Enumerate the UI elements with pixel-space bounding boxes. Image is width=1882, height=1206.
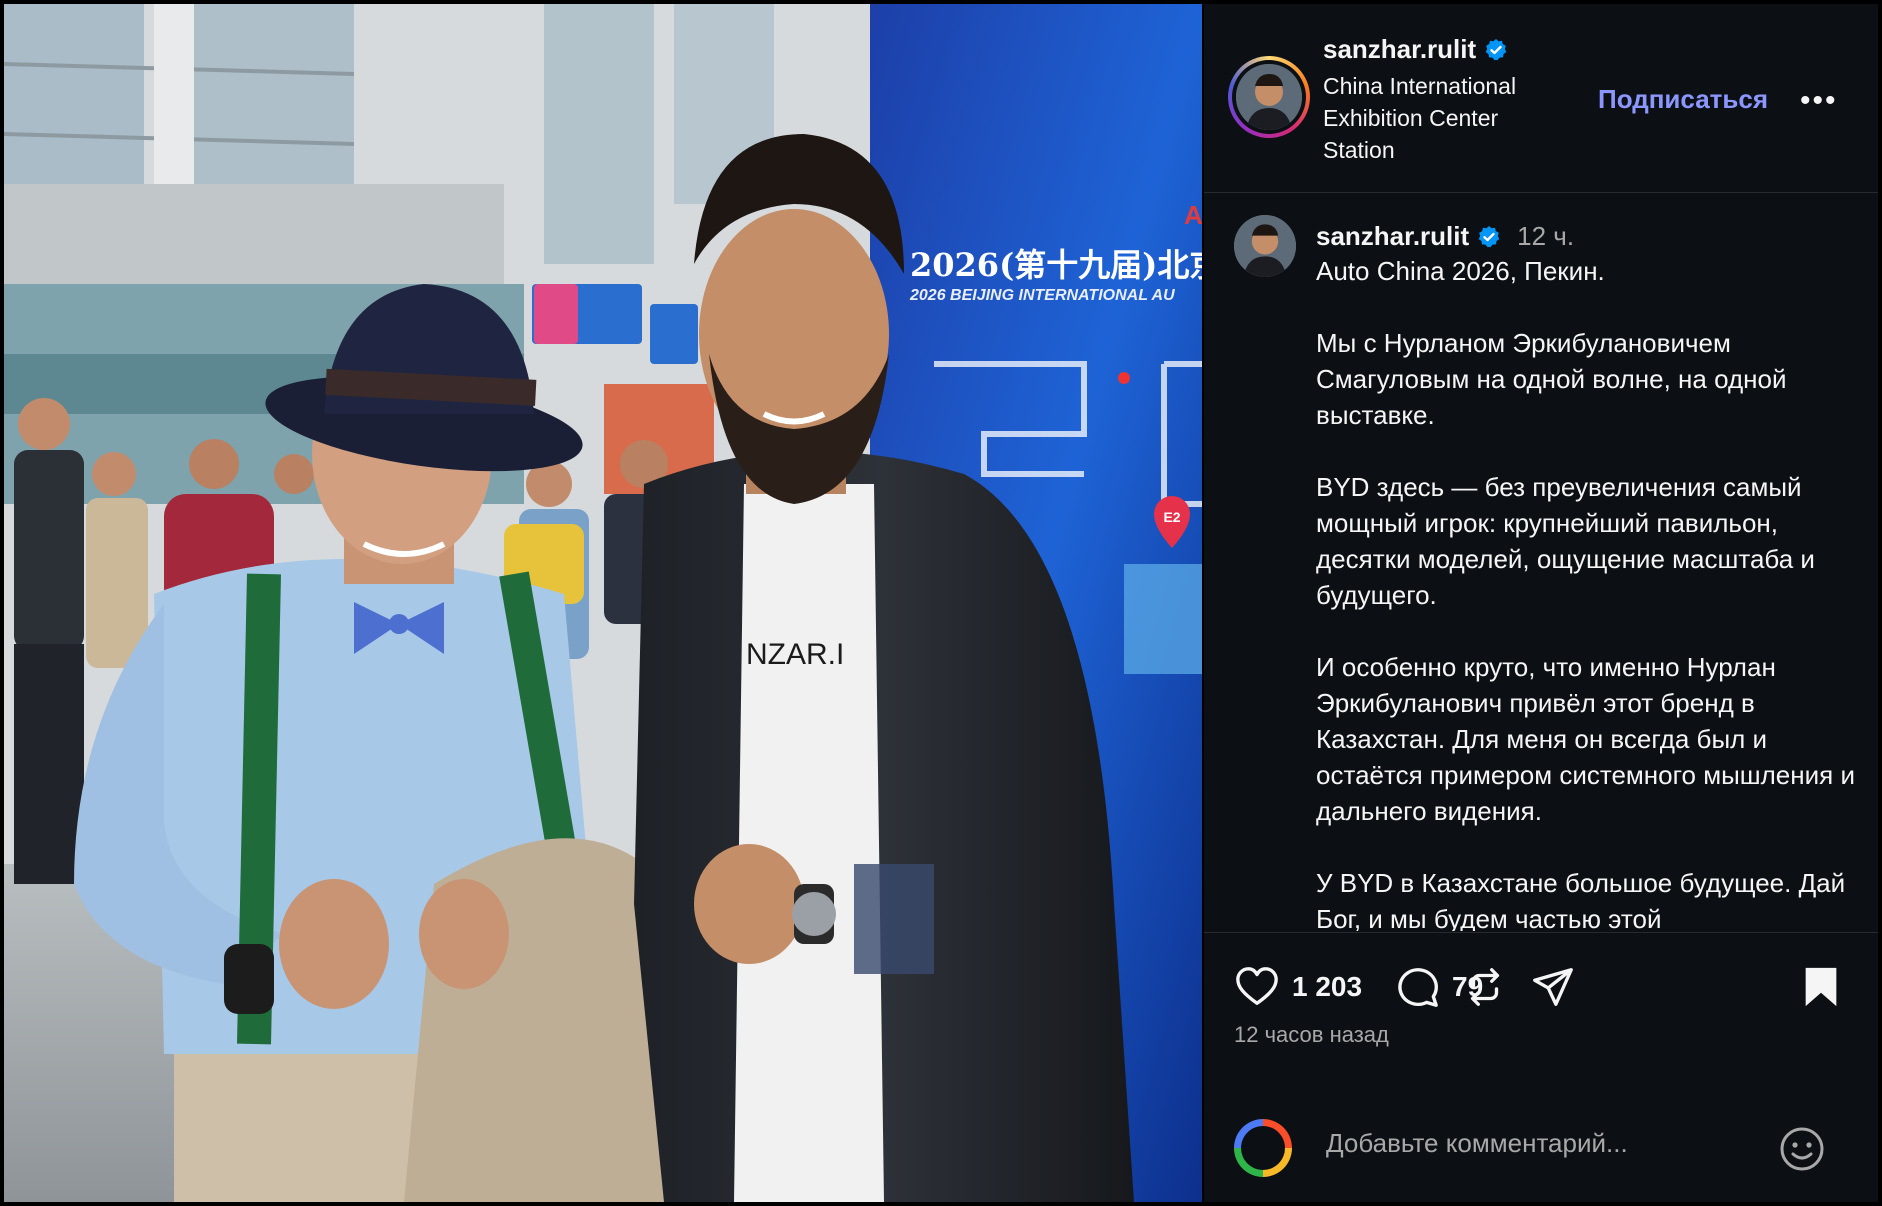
caption-avatar[interactable] (1234, 215, 1296, 277)
caption-paragraph: BYD здесь — без преувеличения самый мощн… (1316, 472, 1815, 610)
caption-username[interactable]: sanzhar.rulit (1316, 221, 1469, 252)
booth-tag: E2 (1163, 509, 1180, 525)
current-user-avatar[interactable] (1234, 1119, 1292, 1177)
post-header: sanzhar.rulit China International Exhibi… (1204, 4, 1878, 193)
caption-paragraph: Auto China 2026, Пекин. (1316, 256, 1605, 286)
caption-avatar-image (1234, 215, 1296, 277)
avatar-photo (1236, 64, 1302, 130)
post-location[interactable]: China International Exhibition Center St… (1323, 70, 1553, 166)
post-side-panel: sanzhar.rulit China International Exhibi… (1204, 4, 1878, 1202)
send-icon (1533, 968, 1573, 1006)
bookmark-icon (1805, 967, 1837, 1007)
repost-icon (1470, 968, 1500, 1006)
comment-icon (1398, 968, 1438, 1007)
window-frame: E2 A 2026(第十九届)北京国 2026 BEIJING INTERNAT… (0, 0, 1882, 1206)
header-username[interactable]: sanzhar.rulit (1323, 34, 1476, 65)
share-button[interactable] (1530, 964, 1576, 1010)
save-button[interactable] (1798, 964, 1844, 1010)
caption-text: Auto China 2026, Пекин. Мы с Нурланом Эр… (1316, 253, 1856, 931)
action-bar: 1 203 79 (1234, 964, 1854, 1008)
avatar-ring-gap (1232, 60, 1306, 134)
verified-badge-icon (1478, 225, 1500, 247)
comment-input[interactable] (1324, 1127, 1748, 1160)
follow-button[interactable]: Подписаться (1598, 84, 1768, 115)
repost-button[interactable] (1462, 964, 1508, 1010)
like-button[interactable]: 1 203 (1234, 964, 1362, 1010)
caption-paragraph: И особенно круто, что именно Нурлан Эрки… (1316, 652, 1855, 826)
header-user-line: sanzhar.rulit (1323, 34, 1508, 65)
caption-area[interactable]: sanzhar.rulit 12 ч. Auto China 2026, Пек… (1204, 193, 1878, 931)
divider (1204, 932, 1878, 933)
more-options-icon[interactable]: ••• (1800, 84, 1838, 118)
avatar-ring-gap (1241, 1126, 1285, 1170)
caption-paragraph: Мы с Нурланом Эркибулановичем Смагуловым… (1316, 328, 1787, 430)
author-avatar[interactable] (1228, 56, 1310, 138)
banner-title-cn: 2026(第十九届)北京国 (910, 246, 1202, 284)
verified-badge-icon (1485, 38, 1507, 60)
tshirt-print: NZAR.I (746, 638, 844, 671)
banner-title-en: 2026 BEIJING INTERNATIONAL AU (909, 287, 1175, 304)
avatar-image (1236, 64, 1302, 130)
like-count[interactable]: 1 203 (1292, 971, 1362, 1003)
photo-illustration: E2 A 2026(第十九届)北京国 2026 BEIJING INTERNAT… (4, 4, 1202, 1202)
post-time-ago[interactable]: 12 часов назад (1234, 1022, 1389, 1048)
emoji-icon[interactable] (1778, 1125, 1826, 1173)
caption-paragraph: У BYD в Казахстане большое будущее. Дай … (1316, 868, 1846, 931)
caption-timestamp[interactable]: 12 ч. (1517, 221, 1574, 252)
heart-icon (1236, 967, 1278, 1005)
caption-user-line: sanzhar.rulit 12 ч. (1316, 221, 1574, 252)
post-photo[interactable]: E2 A 2026(第十九届)北京国 2026 BEIJING INTERNAT… (4, 4, 1202, 1202)
add-comment-row (1204, 1084, 1878, 1203)
banner-letter: A (1184, 200, 1202, 230)
